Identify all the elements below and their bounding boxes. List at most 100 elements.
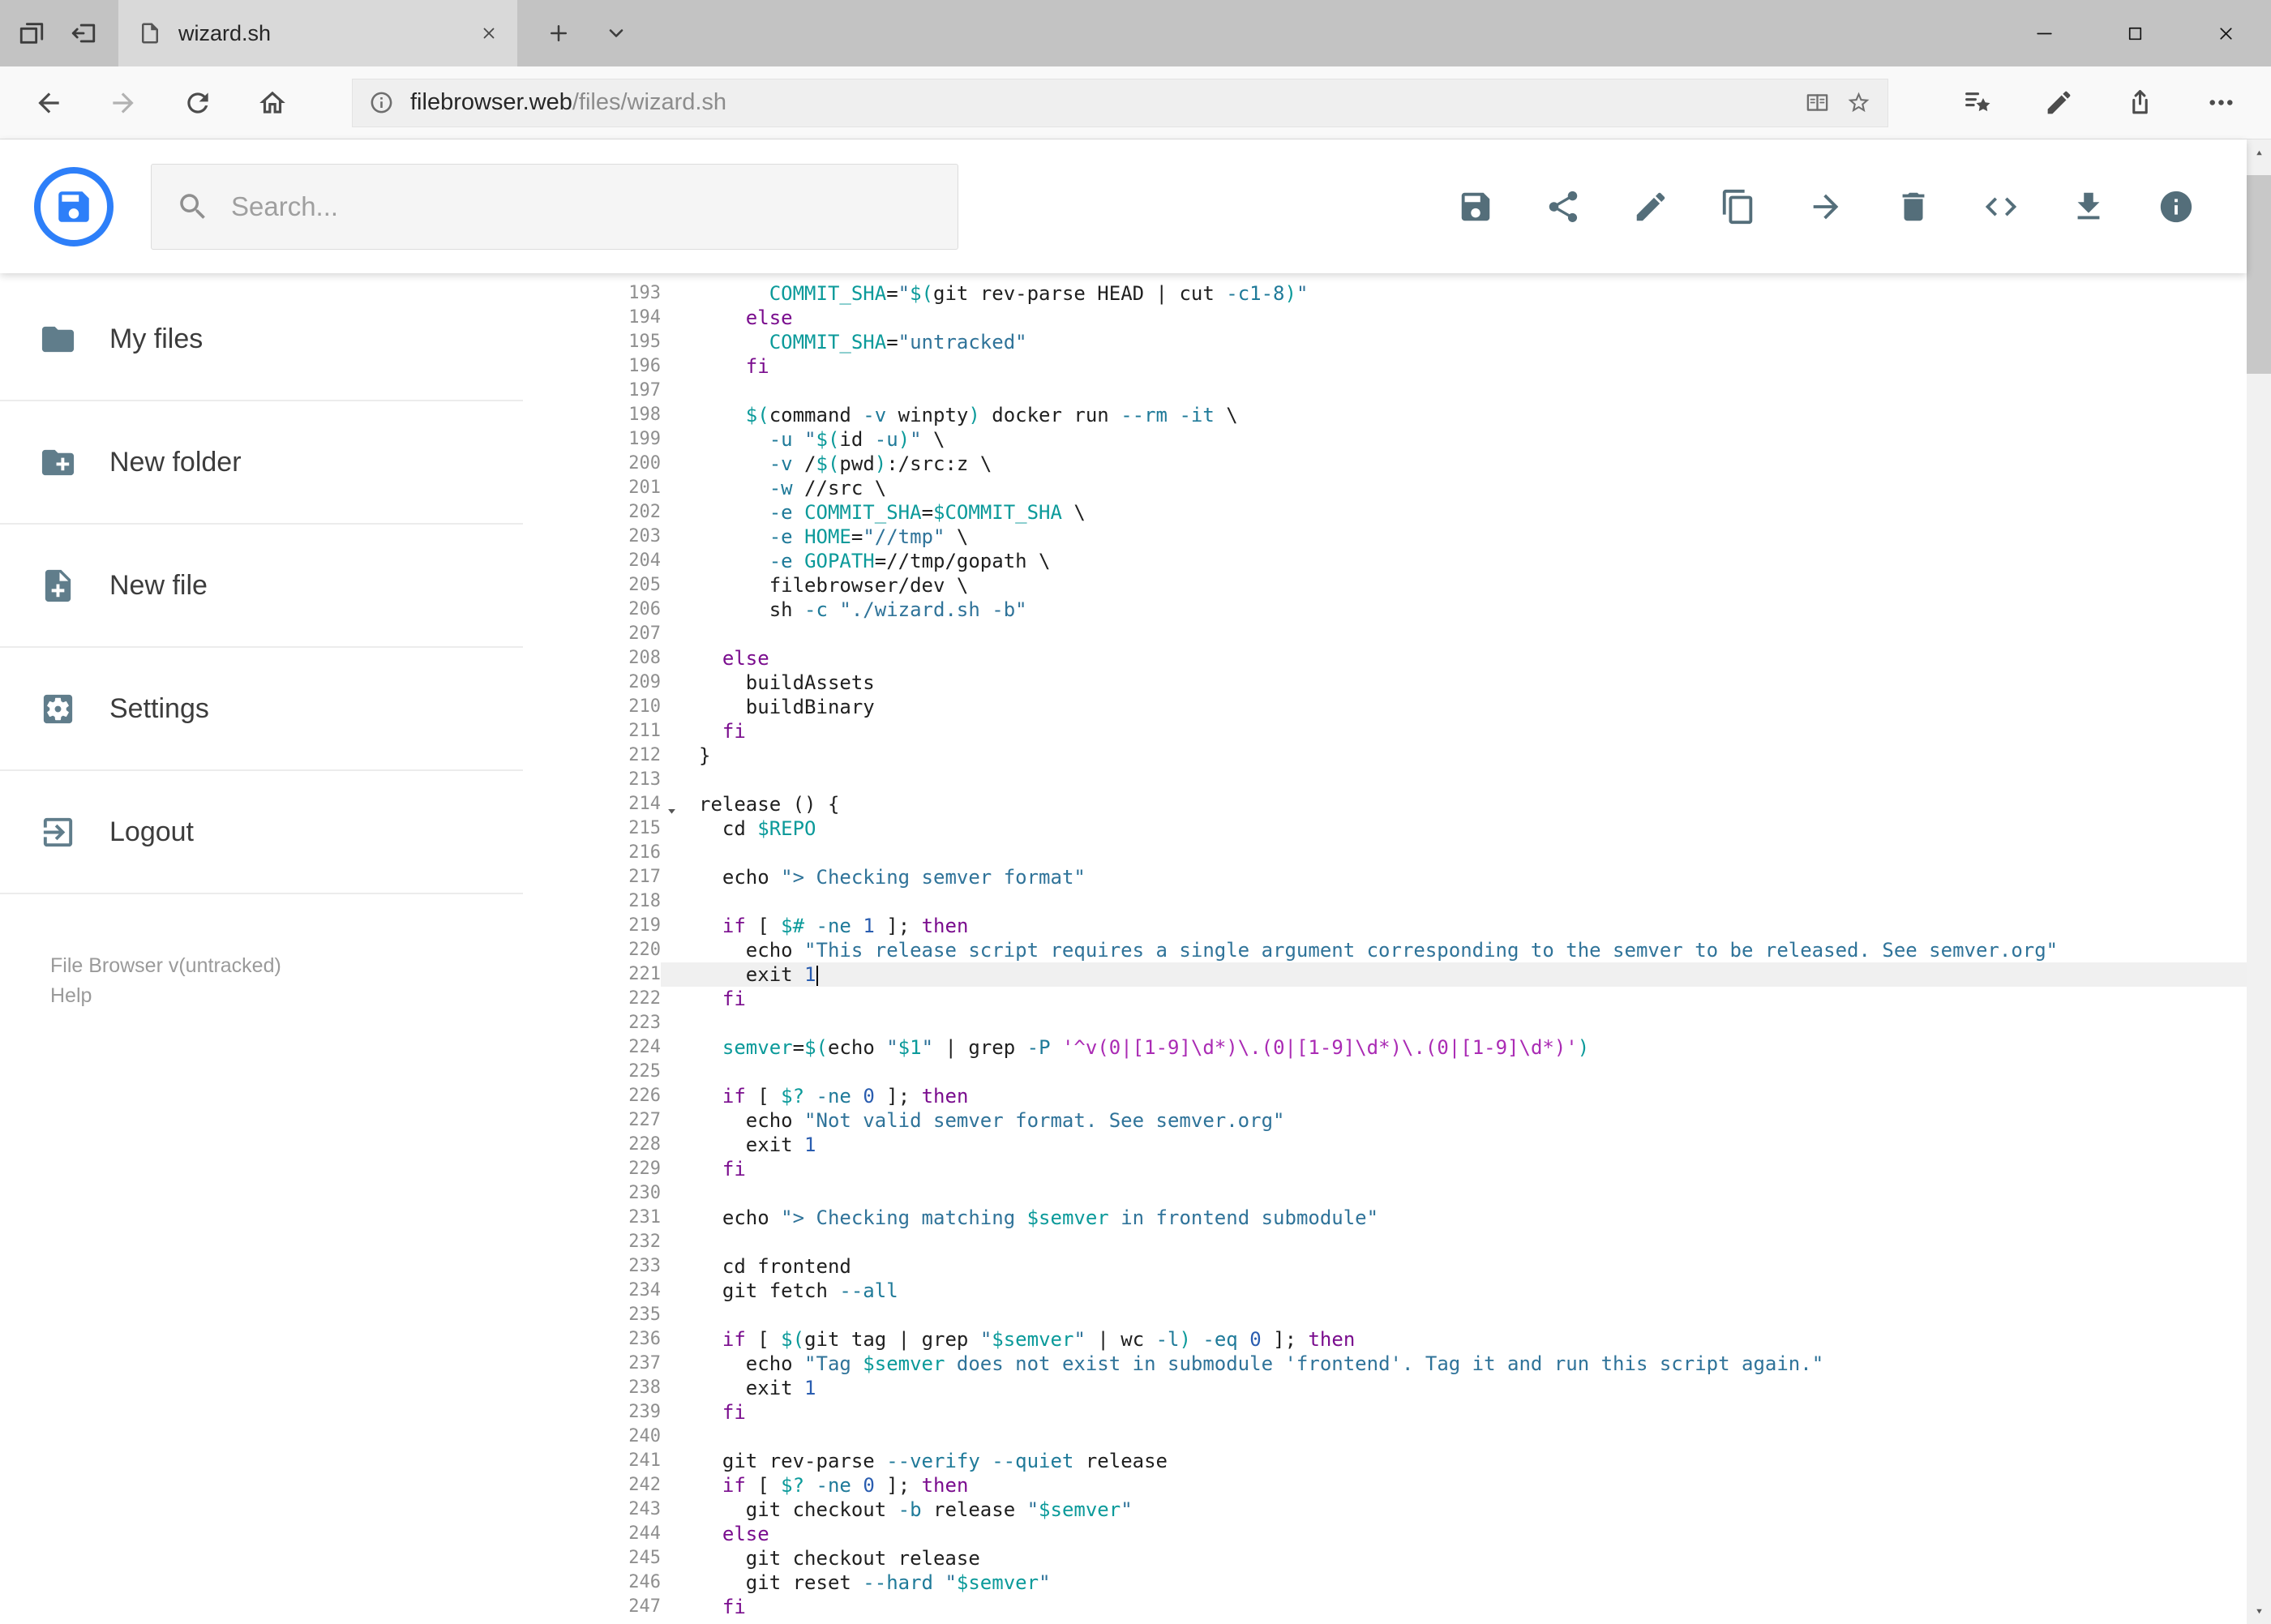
code-line-243[interactable]: 243 git checkout -b release "$semver" xyxy=(523,1498,2247,1522)
code-line-205[interactable]: 205 filebrowser/dev \ xyxy=(523,573,2247,598)
code-line-215[interactable]: 215 cd $REPO xyxy=(523,816,2247,841)
code-line-234[interactable]: 234 git fetch --all xyxy=(523,1279,2247,1303)
rename-button[interactable] xyxy=(1632,188,1669,225)
scrollbar-thumb[interactable] xyxy=(2247,175,2271,374)
browser-tab[interactable]: wizard.sh xyxy=(118,0,517,66)
code-line-231[interactable]: 231 echo "> Checking matching $semver in… xyxy=(523,1206,2247,1230)
address-bar[interactable]: filebrowser.web/files/wizard.sh xyxy=(352,78,1888,127)
code-line-217[interactable]: 217 echo "> Checking semver format" xyxy=(523,865,2247,889)
hub-icon[interactable] xyxy=(1937,88,2018,118)
code-line-198[interactable]: 198 $(command -v winpty) docker run --rm… xyxy=(523,403,2247,427)
set-tabs-aside-icon[interactable] xyxy=(70,19,97,47)
code-line-212[interactable]: 212} xyxy=(523,743,2247,768)
code-line-244[interactable]: 244 else xyxy=(523,1522,2247,1546)
code-line-239[interactable]: 239 fi xyxy=(523,1400,2247,1425)
code-line-240[interactable]: 240 xyxy=(523,1425,2247,1449)
code-line-210[interactable]: 210 buildBinary xyxy=(523,695,2247,719)
code-line-247[interactable]: 247 fi xyxy=(523,1595,2247,1619)
reading-view-icon[interactable] xyxy=(1805,90,1830,115)
search-input[interactable] xyxy=(231,191,933,222)
share-page-icon[interactable] xyxy=(2099,88,2180,118)
tab-close-icon[interactable] xyxy=(480,24,498,42)
page-scrollbar[interactable] xyxy=(2247,139,2271,1624)
info-button[interactable] xyxy=(2157,188,2195,225)
source-button[interactable] xyxy=(1982,188,2020,225)
scroll-down-icon[interactable] xyxy=(2247,1598,2271,1624)
code-line-208[interactable]: 208 else xyxy=(523,646,2247,671)
refresh-button[interactable] xyxy=(161,88,235,118)
more-menu-icon[interactable] xyxy=(2180,88,2261,118)
code-line-209[interactable]: 209 buildAssets xyxy=(523,671,2247,695)
forward-button[interactable] xyxy=(86,88,161,118)
download-button[interactable] xyxy=(2070,188,2107,225)
code-line-200[interactable]: 200 -v /$(pwd):/src:z \ xyxy=(523,452,2247,476)
close-window-button[interactable] xyxy=(2180,0,2271,66)
code-line-224[interactable]: 224 semver=$(echo "$1" | grep -P '^v(0|[… xyxy=(523,1035,2247,1060)
save-button[interactable] xyxy=(1457,188,1494,225)
code-line-237[interactable]: 237 echo "Tag $semver does not exist in … xyxy=(523,1352,2247,1376)
code-line-194[interactable]: 194 else xyxy=(523,306,2247,330)
maximize-button[interactable] xyxy=(2089,0,2180,66)
scroll-up-icon[interactable] xyxy=(2247,139,2271,165)
code-line-228[interactable]: 228 exit 1 xyxy=(523,1133,2247,1157)
sidebar-item-new-folder[interactable]: New folder xyxy=(0,401,523,525)
code-line-235[interactable]: 235 xyxy=(523,1303,2247,1327)
code-editor[interactable]: 193 COMMIT_SHA="$(git rev-parse HEAD | c… xyxy=(523,273,2247,1624)
code-line-199[interactable]: 199 -u "$(id -u)" \ xyxy=(523,427,2247,452)
sidebar-item-settings[interactable]: Settings xyxy=(0,648,523,771)
code-line-232[interactable]: 232 xyxy=(523,1230,2247,1254)
tab-preview-icon[interactable] xyxy=(18,19,45,47)
sidebar-item-my-files[interactable]: My files xyxy=(0,278,523,401)
code-line-196[interactable]: 196 fi xyxy=(523,354,2247,379)
code-line-218[interactable]: 218 xyxy=(523,889,2247,914)
code-line-202[interactable]: 202 -e COMMIT_SHA=$COMMIT_SHA \ xyxy=(523,500,2247,525)
search-box[interactable] xyxy=(151,163,958,250)
code-line-229[interactable]: 229 fi xyxy=(523,1157,2247,1181)
code-line-233[interactable]: 233 cd frontend xyxy=(523,1254,2247,1279)
copy-button[interactable] xyxy=(1720,188,1757,225)
delete-button[interactable] xyxy=(1895,188,1932,225)
code-line-204[interactable]: 204 -e GOPATH=//tmp/gopath \ xyxy=(523,549,2247,573)
code-line-201[interactable]: 201 -w //src \ xyxy=(523,476,2247,500)
back-button[interactable] xyxy=(11,88,86,118)
code-line-220[interactable]: 220 echo "This release script requires a… xyxy=(523,938,2247,962)
code-line-236[interactable]: 236 if [ $(git tag | grep "$semver" | wc… xyxy=(523,1327,2247,1352)
code-line-214[interactable]: 214 release () { xyxy=(523,792,2247,816)
move-button[interactable] xyxy=(1807,188,1845,225)
app-logo[interactable] xyxy=(34,166,114,246)
site-info-icon[interactable] xyxy=(369,90,394,115)
code-line-241[interactable]: 241 git rev-parse --verify --quiet relea… xyxy=(523,1449,2247,1473)
code-line-245[interactable]: 245 git checkout release xyxy=(523,1546,2247,1570)
code-line-225[interactable]: 225 xyxy=(523,1060,2247,1084)
code-line-221[interactable]: 221 exit 1 xyxy=(523,962,2247,987)
fold-arrow-icon[interactable] xyxy=(666,805,678,817)
web-note-icon[interactable] xyxy=(2018,88,2099,118)
share-button[interactable] xyxy=(1545,188,1582,225)
code-line-197[interactable]: 197 xyxy=(523,379,2247,403)
favorite-star-icon[interactable] xyxy=(1846,90,1871,115)
sidebar-item-logout[interactable]: Logout xyxy=(0,771,523,894)
code-line-226[interactable]: 226 if [ $? -ne 0 ]; then xyxy=(523,1084,2247,1108)
code-line-206[interactable]: 206 sh -c "./wizard.sh -b" xyxy=(523,598,2247,622)
code-line-242[interactable]: 242 if [ $? -ne 0 ]; then xyxy=(523,1473,2247,1498)
code-line-195[interactable]: 195 COMMIT_SHA="untracked" xyxy=(523,330,2247,354)
code-line-207[interactable]: 207 xyxy=(523,622,2247,646)
code-line-230[interactable]: 230 xyxy=(523,1181,2247,1206)
code-line-227[interactable]: 227 echo "Not valid semver format. See s… xyxy=(523,1108,2247,1133)
code-line-246[interactable]: 246 git reset --hard "$semver" xyxy=(523,1570,2247,1595)
new-tab-button[interactable] xyxy=(546,21,571,45)
minimize-button[interactable] xyxy=(1999,0,2089,66)
code-line-203[interactable]: 203 -e HOME="//tmp" \ xyxy=(523,525,2247,549)
tab-list-chevron-icon[interactable] xyxy=(605,22,628,45)
code-line-219[interactable]: 219 if [ $# -ne 1 ]; then xyxy=(523,914,2247,938)
code-line-222[interactable]: 222 fi xyxy=(523,987,2247,1011)
code-line-216[interactable]: 216 xyxy=(523,841,2247,865)
code-line-238[interactable]: 238 exit 1 xyxy=(523,1376,2247,1400)
code-line-223[interactable]: 223 xyxy=(523,1011,2247,1035)
home-button[interactable] xyxy=(235,88,310,118)
code-line-211[interactable]: 211 fi xyxy=(523,719,2247,743)
code-line-193[interactable]: 193 COMMIT_SHA="$(git rev-parse HEAD | c… xyxy=(523,281,2247,306)
sidebar-item-new-file[interactable]: New file xyxy=(0,525,523,648)
help-link[interactable]: Help xyxy=(50,981,523,1011)
code-line-213[interactable]: 213 xyxy=(523,768,2247,792)
